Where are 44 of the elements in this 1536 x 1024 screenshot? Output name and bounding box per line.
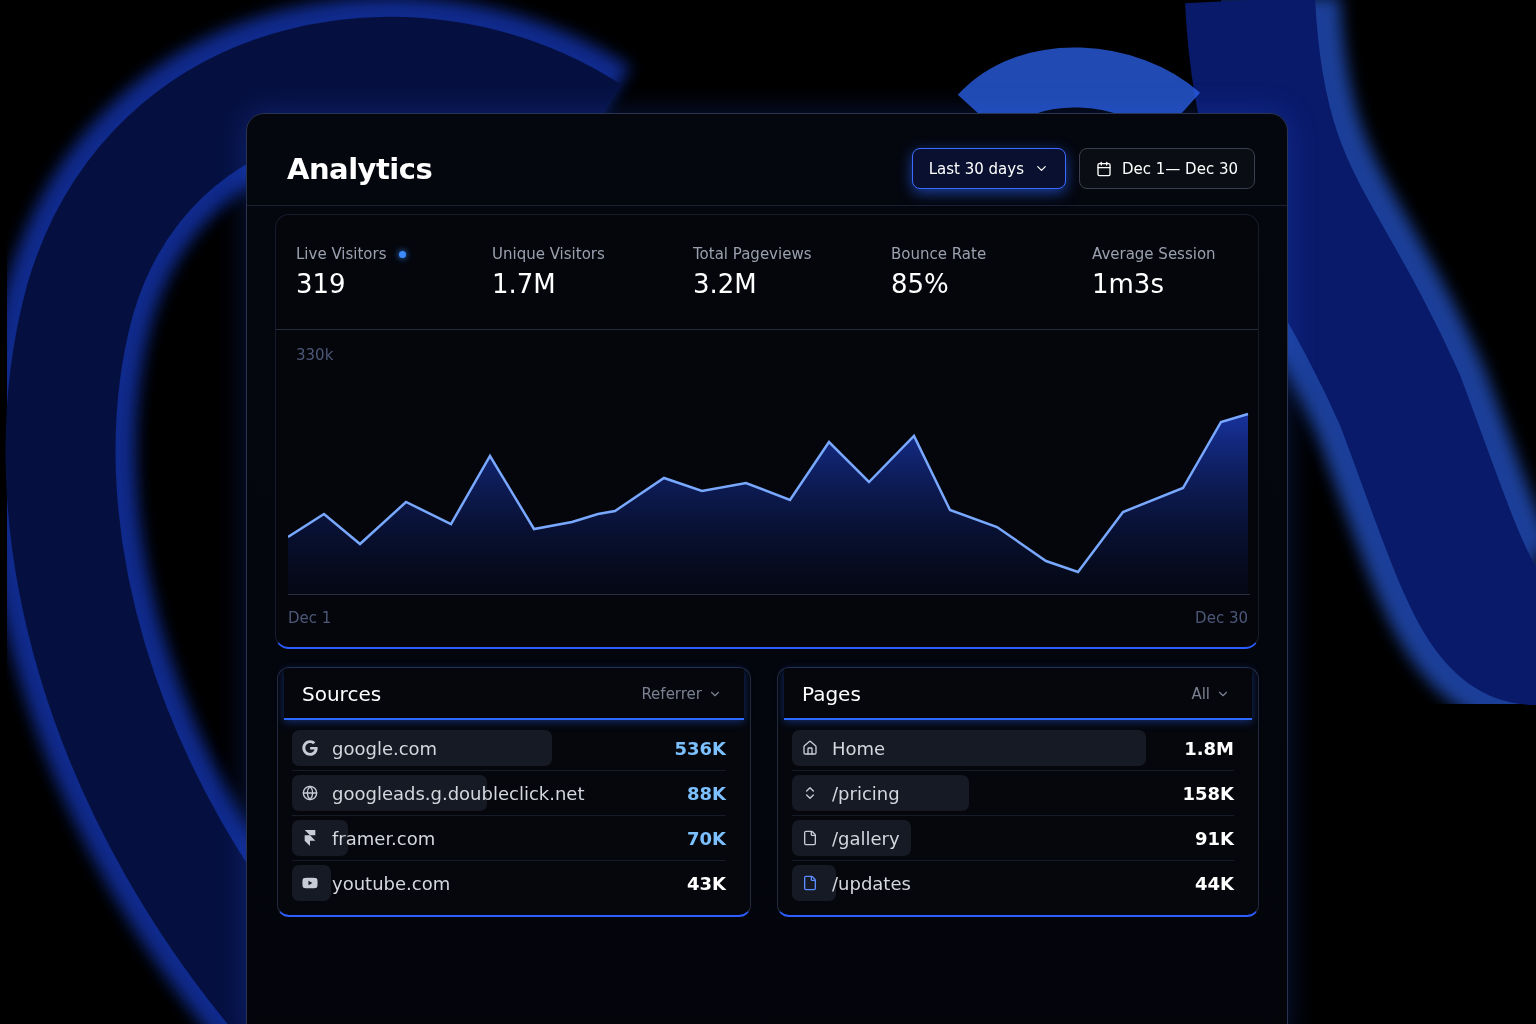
panel-title: Sources (302, 682, 382, 706)
axis-label: Dec 30 (1195, 609, 1248, 627)
stat-value: 3.2M (693, 269, 758, 299)
row-label: googleads.g.doubleclick.net (332, 782, 585, 804)
row-value: 158K (1182, 782, 1234, 804)
panel-title: Pages (802, 682, 861, 706)
row-value: 1.8M (1184, 737, 1234, 759)
row-label: /pricing (832, 782, 900, 804)
axis-label: Dec 1 (288, 609, 332, 627)
row-label: Home (832, 737, 886, 759)
row-value: 91K (1195, 827, 1234, 849)
axis-label: 330k (296, 346, 335, 364)
page-title: Analytics (287, 151, 433, 186)
stat-label: Bounce Rate (891, 245, 987, 263)
row-label: youtube.com (332, 872, 451, 894)
stat-label: Unique Visitors (492, 245, 605, 263)
row-label: /gallery (832, 827, 900, 849)
stat-value: 1m3s (1092, 269, 1165, 299)
globe-icon (302, 785, 318, 801)
row-value: 88K (687, 782, 726, 804)
google-g-icon (302, 740, 318, 756)
stat-value: 85% (891, 269, 950, 299)
filter-dropdown[interactable]: Referrer (641, 685, 722, 703)
row-value: 536K (674, 737, 726, 759)
stat-label: Average Session (1092, 245, 1216, 263)
filter-dropdown[interactable]: All (1191, 685, 1230, 703)
row-label: framer.com (332, 827, 436, 849)
stat-label: Live Visitors (296, 245, 387, 263)
date-range-button[interactable]: Dec 1— Dec 30 (1079, 148, 1255, 189)
row-value: 43K (687, 872, 726, 894)
calendar-icon (1096, 160, 1112, 177)
row-value: 44K (1195, 872, 1234, 894)
play-icon (302, 875, 318, 891)
range-dropdown[interactable]: Last 30 days (911, 148, 1066, 189)
framer-f-icon (302, 830, 318, 846)
stat-label: Total Pageviews (693, 245, 812, 263)
file-icon (802, 875, 818, 891)
file-icon (802, 830, 818, 846)
home-icon (802, 740, 818, 756)
row-value: 70K (687, 827, 726, 849)
row-label: google.com (332, 737, 438, 759)
stat-value: 1.7M (492, 269, 557, 299)
row-label: /updates (832, 872, 911, 894)
stat-value: 319 (296, 269, 347, 299)
